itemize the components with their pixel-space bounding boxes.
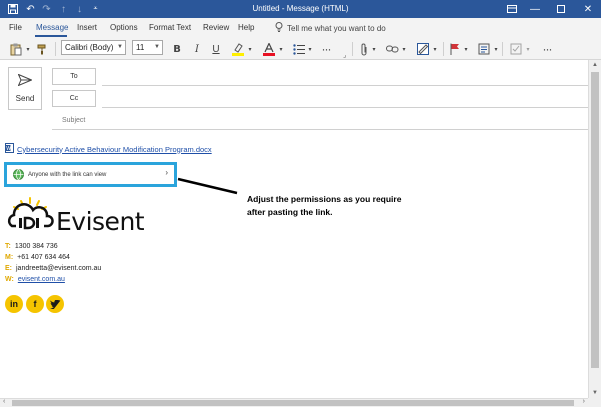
tags-icon[interactable] — [476, 41, 492, 57]
more-text-options-icon[interactable]: ··· — [319, 41, 333, 57]
contact-website: W: evisent.com.au — [5, 276, 65, 283]
contact-phone: T: 1300 384 736 — [5, 243, 58, 250]
contact-mobile: M: +61 407 634 464 — [5, 254, 70, 261]
tell-me-box[interactable]: Tell me what you want to do — [275, 22, 386, 34]
font-name-value: Calibri (Body) — [65, 43, 114, 52]
contact-label: M: — [5, 254, 14, 261]
ribbon-separator — [352, 42, 353, 56]
word-document-icon: W — [5, 143, 14, 155]
horizontal-scroll-thumb[interactable] — [12, 400, 574, 406]
italic-button[interactable]: I — [190, 41, 204, 57]
vertical-scroll-thumb[interactable] — [591, 72, 599, 368]
link-dropdown-icon[interactable]: ▾ — [400, 41, 408, 57]
attach-file-icon[interactable] — [357, 41, 371, 57]
contact-value: jandreetta@evisent.com.au — [16, 265, 102, 272]
attachment-name[interactable]: Cybersecurity Active Behaviour Modificat… — [17, 145, 212, 154]
permission-text: Anyone with the link can view — [28, 172, 107, 178]
menu-help[interactable]: Help — [238, 23, 254, 32]
contact-value: 1300 384 736 — [14, 243, 58, 250]
font-color-icon[interactable] — [261, 41, 277, 57]
scroll-left-icon[interactable]: ‹ — [3, 398, 5, 405]
ribbon-toolbar: ▾ Calibri (Body) ▼ 11 ▼ B I U ▾ ▾ ▾ ··· … — [0, 38, 601, 60]
menu-format-text[interactable]: Format Text — [149, 23, 191, 32]
highlight-dropdown-icon[interactable]: ▾ — [246, 41, 254, 57]
tell-me-text: Tell me what you want to do — [287, 23, 386, 33]
scroll-down-icon[interactable]: ▼ — [592, 390, 598, 396]
font-size-value: 11 — [136, 43, 145, 52]
follow-up-flag-icon[interactable] — [448, 41, 462, 57]
attachment-link[interactable]: W Cybersecurity Active Behaviour Modific… — [5, 143, 212, 155]
svg-text:W: W — [6, 146, 11, 152]
globe-icon — [13, 168, 24, 182]
menu-insert[interactable]: Insert — [77, 23, 97, 32]
scrollbar-corner — [588, 398, 601, 407]
permissions-button[interactable]: Anyone with the link can view › — [13, 168, 170, 182]
evisent-logo-icon — [7, 197, 54, 230]
signature-icon[interactable] — [415, 41, 431, 57]
chevron-right-icon: › — [165, 168, 168, 177]
cc-field[interactable] — [102, 107, 588, 108]
font-color-dropdown-icon[interactable]: ▾ — [277, 41, 285, 57]
minimize-icon[interactable]: — — [522, 0, 548, 18]
active-tab-indicator — [35, 35, 67, 37]
horizontal-scrollbar[interactable]: ‹ › — [0, 398, 588, 407]
attach-dropdown-icon[interactable]: ▾ — [370, 41, 378, 57]
underline-button[interactable]: U — [209, 41, 223, 57]
send-label: Send — [15, 94, 35, 103]
title-bar: ↶ ↷ ↑ ↓ ⩡ Untitled - Message (HTML) — ✕ — [0, 0, 601, 18]
menu-message[interactable]: Message — [36, 23, 68, 32]
scroll-up-icon[interactable]: ▲ — [592, 62, 598, 68]
signature-dropdown-icon[interactable]: ▾ — [431, 41, 439, 57]
menu-file[interactable]: File — [9, 23, 22, 32]
send-button[interactable]: Send — [8, 67, 42, 110]
menu-bar: File Message Insert Options Format Text … — [0, 18, 601, 38]
contact-label: T: — [5, 243, 11, 250]
subject-label: Subject — [62, 117, 86, 124]
bold-button[interactable]: B — [170, 41, 184, 57]
bullets-dropdown-icon[interactable]: ▾ — [306, 41, 314, 57]
permissions-highlight-box: Anyone with the link can view › — [4, 162, 177, 187]
editor-icon[interactable] — [508, 41, 524, 57]
to-field[interactable] — [102, 85, 588, 86]
facebook-icon[interactable]: f — [26, 295, 44, 313]
tags-dropdown-icon[interactable]: ▾ — [492, 41, 500, 57]
more-options-icon[interactable]: ··· — [540, 41, 554, 57]
ribbon-separator — [55, 42, 56, 56]
cc-button[interactable]: Cc — [52, 90, 96, 107]
lightbulb-icon — [275, 22, 283, 34]
contact-label: E: — [5, 265, 12, 272]
menu-review[interactable]: Review — [203, 23, 229, 32]
scroll-right-icon[interactable]: › — [583, 398, 585, 405]
website-link[interactable]: evisent.com.au — [18, 276, 65, 283]
font-name-combo[interactable]: Calibri (Body) ▼ — [61, 40, 126, 55]
contact-value: +61 407 634 464 — [17, 254, 70, 261]
paste-icon[interactable] — [6, 41, 26, 57]
chevron-down-icon: ▼ — [117, 44, 123, 50]
to-button[interactable]: To — [52, 68, 96, 85]
highlight-icon[interactable] — [230, 41, 246, 57]
paste-dropdown-icon[interactable]: ▾ — [24, 41, 32, 57]
menu-options[interactable]: Options — [110, 23, 138, 32]
subject-field[interactable] — [52, 129, 588, 130]
ribbon-separator — [502, 42, 503, 56]
bullets-icon[interactable] — [292, 41, 306, 57]
maximize-icon[interactable] — [548, 0, 574, 18]
annotation-text: Adjust the permissions as you require af… — [247, 194, 402, 217]
logo-text: Evisent — [56, 207, 145, 236]
ribbon-separator — [443, 42, 444, 56]
editor-dropdown-icon[interactable]: ▾ — [524, 41, 532, 57]
flag-dropdown-icon[interactable]: ▾ — [462, 41, 470, 57]
contact-email: E: jandreetta@evisent.com.au — [5, 265, 101, 272]
chevron-down-icon: ▼ — [154, 44, 160, 50]
font-size-combo[interactable]: 11 ▼ — [132, 40, 163, 55]
dialog-launcher-icon[interactable]: ⌟ — [343, 51, 346, 59]
twitter-icon[interactable] — [46, 295, 64, 313]
link-icon[interactable] — [384, 41, 400, 57]
close-icon[interactable]: ✕ — [575, 0, 601, 18]
linkedin-icon[interactable]: in — [5, 295, 23, 313]
contact-label: W: — [5, 276, 14, 283]
vertical-scrollbar[interactable]: ▲ ▼ — [588, 60, 601, 398]
send-icon — [17, 73, 33, 88]
format-painter-icon[interactable] — [34, 41, 50, 57]
